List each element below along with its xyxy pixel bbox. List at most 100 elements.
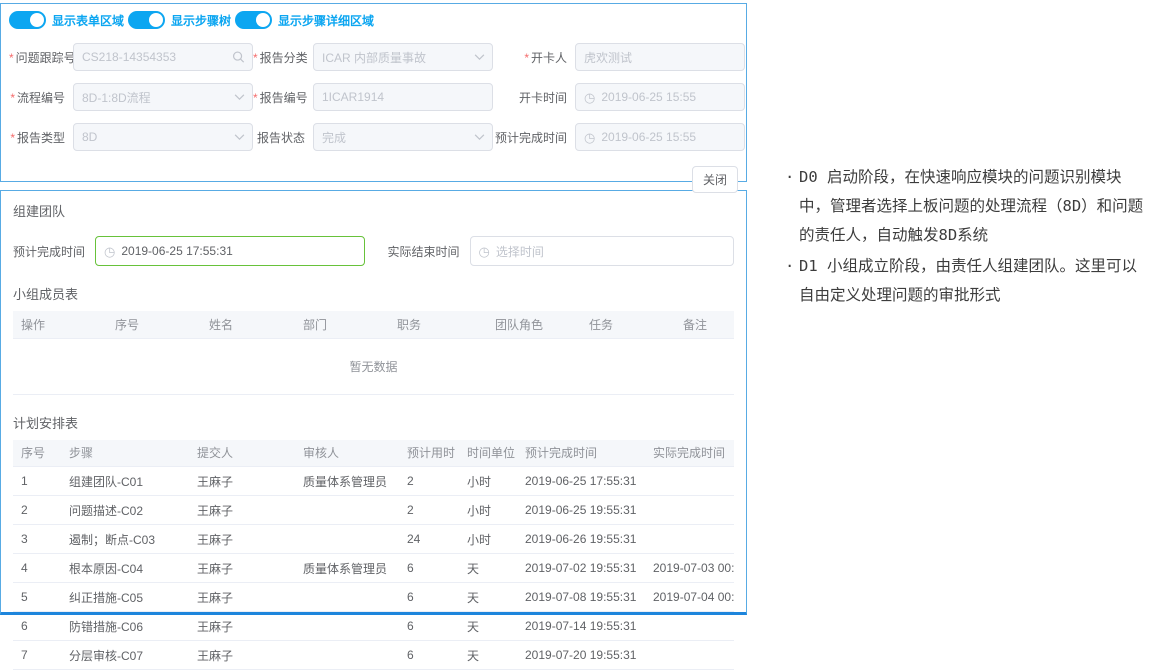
chevron-down-icon xyxy=(474,134,485,141)
cell: 6 xyxy=(399,641,459,670)
cell: 1 xyxy=(13,467,61,496)
cell: 根本原因-C04 xyxy=(61,554,189,583)
planned-finish-time-input[interactable]: ◷ 2019-06-25 17:55:31 xyxy=(95,236,365,266)
cell: 2 xyxy=(13,496,61,525)
empty-data-placeholder: 暂无数据 xyxy=(13,339,734,395)
cell: 遏制；断点-C03 xyxy=(61,525,189,554)
table-row: 7 分层审核-C07 王麻子 6 天 2019-07-20 19:55:31 xyxy=(13,641,734,670)
chevron-down-icon xyxy=(234,134,245,141)
close-button[interactable]: 关闭 xyxy=(692,166,738,193)
cell xyxy=(295,496,399,525)
form-row-3: 报告类型 8D 报告状态 完成 xyxy=(9,123,738,151)
card-opener-input[interactable]: 虎欢测试 xyxy=(575,43,745,71)
field-value: 8D-1:8D流程 xyxy=(82,89,151,106)
bullet-dot: · xyxy=(785,163,799,250)
open-time-input[interactable]: ◷ 2019-06-25 15:55 xyxy=(575,83,745,111)
toggle-switch[interactable] xyxy=(128,11,165,29)
toggle-show-step-detail[interactable]: 显示步骤详细区域 xyxy=(235,11,378,29)
field-label: 报告分类 xyxy=(253,49,313,66)
field-value: 1ICAR1914 xyxy=(322,90,384,104)
table-row: 1 组建团队-C01 王麻子 质量体系管理员 2 小时 2019-06-25 1… xyxy=(13,467,734,496)
cell xyxy=(295,641,399,670)
actual-end-time-input[interactable]: ◷ 选择时间 xyxy=(470,236,735,266)
cell: 2019-07-03 00:00:00 xyxy=(645,554,734,583)
field-label: 开卡时间 xyxy=(493,89,575,106)
clock-icon: ◷ xyxy=(584,91,595,104)
form-row-2: 流程编号 8D-1:8D流程 报告编号 1ICAR1914 开卡时间 xyxy=(9,83,738,111)
report-status-select[interactable]: 完成 xyxy=(313,123,493,151)
field-label: 报告编号 xyxy=(253,89,313,106)
panel-title: 组建团队 xyxy=(13,201,734,220)
cell: 天 xyxy=(459,612,517,641)
toggle-label: 显示步骤详细区域 xyxy=(278,12,374,29)
column-header: 预计完成时间 xyxy=(517,440,645,467)
plan-table-title: 计划安排表 xyxy=(13,413,734,432)
cell: 王麻子 xyxy=(189,641,295,670)
toggle-label: 显示表单区域 xyxy=(52,12,124,29)
cell: 王麻子 xyxy=(189,612,295,641)
toggle-label: 显示步骤树 xyxy=(171,12,231,29)
field-report-no: 报告编号 1ICAR1914 xyxy=(253,83,493,111)
column-header: 提交人 xyxy=(189,440,295,467)
cell xyxy=(295,525,399,554)
field-value: 2019-06-25 17:55:31 xyxy=(121,244,232,258)
toggle-show-step-tree[interactable]: 显示步骤树 xyxy=(128,11,235,29)
table-row: 6 防错措施-C06 王麻子 6 天 2019-07-14 19:55:31 xyxy=(13,612,734,641)
cell: 王麻子 xyxy=(189,467,295,496)
column-header: 团队角色 xyxy=(487,311,581,338)
chevron-down-icon xyxy=(234,94,245,101)
cell: 2019-07-20 19:55:31 xyxy=(517,641,645,670)
field-card-opener: 开卡人 虎欢测试 xyxy=(493,43,745,71)
toggle-row: 显示表单区域 显示步骤树 显示步骤详细区域 xyxy=(9,9,738,31)
cell: 2019-06-25 17:55:31 xyxy=(517,467,645,496)
flow-no-select[interactable]: 8D-1:8D流程 xyxy=(73,83,253,111)
cell: 小时 xyxy=(459,467,517,496)
cell: 天 xyxy=(459,641,517,670)
report-no-input[interactable]: 1ICAR1914 xyxy=(313,83,493,111)
column-header: 审核人 xyxy=(295,440,399,467)
column-header: 时间单位 xyxy=(459,440,517,467)
report-type-select[interactable]: 8D xyxy=(73,123,253,151)
cell: 王麻子 xyxy=(189,554,295,583)
toggle-show-form-area[interactable]: 显示表单区域 xyxy=(9,11,128,29)
cell xyxy=(295,583,399,612)
note-text: D0 启动阶段，在快速响应模块的问题识别模块中，管理者选择上板问题的处理流程（8… xyxy=(799,163,1151,250)
column-header: 职务 xyxy=(389,311,487,338)
cell: 王麻子 xyxy=(189,496,295,525)
field-label: 流程编号 xyxy=(9,89,73,106)
table-row: 4 根本原因-C04 王麻子 质量体系管理员 6 天 2019-07-02 19… xyxy=(13,554,734,583)
cell: 5 xyxy=(13,583,61,612)
note-d0: · D0 启动阶段，在快速响应模块的问题识别模块中，管理者选择上板问题的处理流程… xyxy=(785,163,1164,250)
field-value: 完成 xyxy=(322,129,346,146)
cell: 小时 xyxy=(459,496,517,525)
bullet-dot: · xyxy=(785,252,799,310)
cell: 2019-07-08 19:55:31 xyxy=(517,583,645,612)
cell: 组建团队-C01 xyxy=(61,467,189,496)
field-label: 开卡人 xyxy=(493,49,575,66)
cell: 24 xyxy=(399,525,459,554)
column-header: 任务 xyxy=(581,311,675,338)
toggle-switch[interactable] xyxy=(235,11,272,29)
cell: 2019-07-14 19:55:31 xyxy=(517,612,645,641)
page: 显示表单区域 显示步骤树 显示步骤详细区域 问题跟踪号 CS218-143543… xyxy=(0,0,1170,618)
column-header: 姓名 xyxy=(201,311,295,338)
cell: 王麻子 xyxy=(189,525,295,554)
cell: 6 xyxy=(399,612,459,641)
column-header: 实际完成时间 xyxy=(645,440,734,467)
field-value: ICAR 内部质量事故 xyxy=(322,49,426,66)
field-value: 8D xyxy=(82,130,97,144)
cell: 2 xyxy=(399,467,459,496)
cell: 防错措施-C06 xyxy=(61,612,189,641)
cell: 王麻子 xyxy=(189,583,295,612)
report-category-select[interactable]: ICAR 内部质量事故 xyxy=(313,43,493,71)
toggle-switch[interactable] xyxy=(9,11,46,29)
field-open-time: 开卡时间 ◷ 2019-06-25 15:55 xyxy=(493,83,745,111)
form-row-1: 问题跟踪号 CS218-14354353 报告分类 ICAR 内部质量事故 xyxy=(9,43,738,71)
issue-track-no-input[interactable]: CS218-14354353 xyxy=(73,43,253,71)
cell: 问题描述-C02 xyxy=(61,496,189,525)
field-value: 2019-06-25 15:55 xyxy=(601,90,696,104)
field-label: 报告类型 xyxy=(9,129,73,146)
plan-finish-time-input[interactable]: ◷ 2019-06-25 15:55 xyxy=(575,123,745,151)
cell: 4 xyxy=(13,554,61,583)
form-button-row: 关闭 xyxy=(9,166,738,193)
